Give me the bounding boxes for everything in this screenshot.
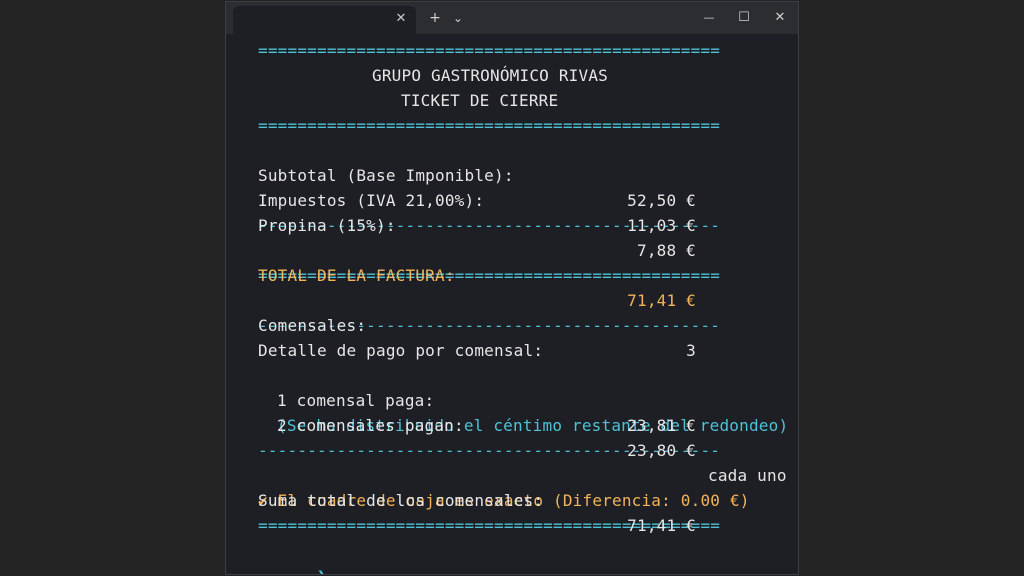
prompt-chevron-icon: ❯ xyxy=(317,566,327,574)
total-label: TOTAL DE LA FACTURA: xyxy=(258,266,455,285)
total-row: TOTAL DE LA FACTURA: 71,41 € xyxy=(258,238,798,310)
payment-one-value: 23,81 € xyxy=(627,416,696,435)
close-button[interactable]: ✕ xyxy=(771,8,789,28)
terminal-output[interactable]: ========================================… xyxy=(258,38,798,574)
company-name: GRUPO GASTRONÓMICO RIVAS xyxy=(372,66,608,85)
separator-double: ========================================… xyxy=(258,516,721,535)
payment-header: Detalle de pago por comensal: xyxy=(258,341,544,360)
payment-two-label: 2 comensales pagan: xyxy=(277,416,464,435)
subtotal-row: Subtotal (Base Imponible): 52,50 € xyxy=(258,138,798,210)
prompt-line[interactable]: ❯ xyxy=(258,538,798,574)
ticket-title: TICKET DE CIERRE xyxy=(401,91,559,110)
sum-diners-row: Suma total de los comensales: 71,41 € xyxy=(258,463,798,535)
taxes-row: Impuestos (IVA 21,00%): 11,03 € xyxy=(258,163,798,235)
taxes-value: 11,03 € xyxy=(627,216,696,235)
diners-row: Comensales: 3 xyxy=(258,288,798,360)
payment-two-value: 23,80 € xyxy=(627,441,696,460)
separator-double: ========================================… xyxy=(258,116,721,135)
tab-active[interactable]: ✕ xyxy=(233,6,416,34)
new-tab-button[interactable]: + xyxy=(427,8,443,28)
sum-diners-value: 71,41 € xyxy=(627,516,696,535)
title-bar: ✕ + ⌄ — ☐ ✕ xyxy=(226,2,798,34)
separator-single: ----------------------------------------… xyxy=(258,441,721,460)
tip-label: Propina (15%): xyxy=(258,216,396,235)
payment-one-row: 1 comensal paga: 23,81 € xyxy=(258,363,798,435)
chevron-down-icon[interactable]: ⌄ xyxy=(450,8,466,28)
sum-diners-label: Suma total de los comensales: xyxy=(258,491,544,510)
separator-double: ========================================… xyxy=(258,41,721,60)
tip-row: Propina (15%): 7,88 € xyxy=(258,188,798,260)
diners-label: Comensales: xyxy=(258,316,367,335)
maximize-button[interactable]: ☐ xyxy=(735,8,753,28)
payment-two-row: 2 comensales pagan: 23,80 € cada uno xyxy=(258,388,798,485)
minimize-button[interactable]: — xyxy=(700,8,718,28)
terminal-window: ✕ + ⌄ — ☐ ✕ ============================… xyxy=(225,1,799,575)
diners-value: 3 xyxy=(686,341,696,360)
tab-close-icon[interactable]: ✕ xyxy=(393,11,409,27)
